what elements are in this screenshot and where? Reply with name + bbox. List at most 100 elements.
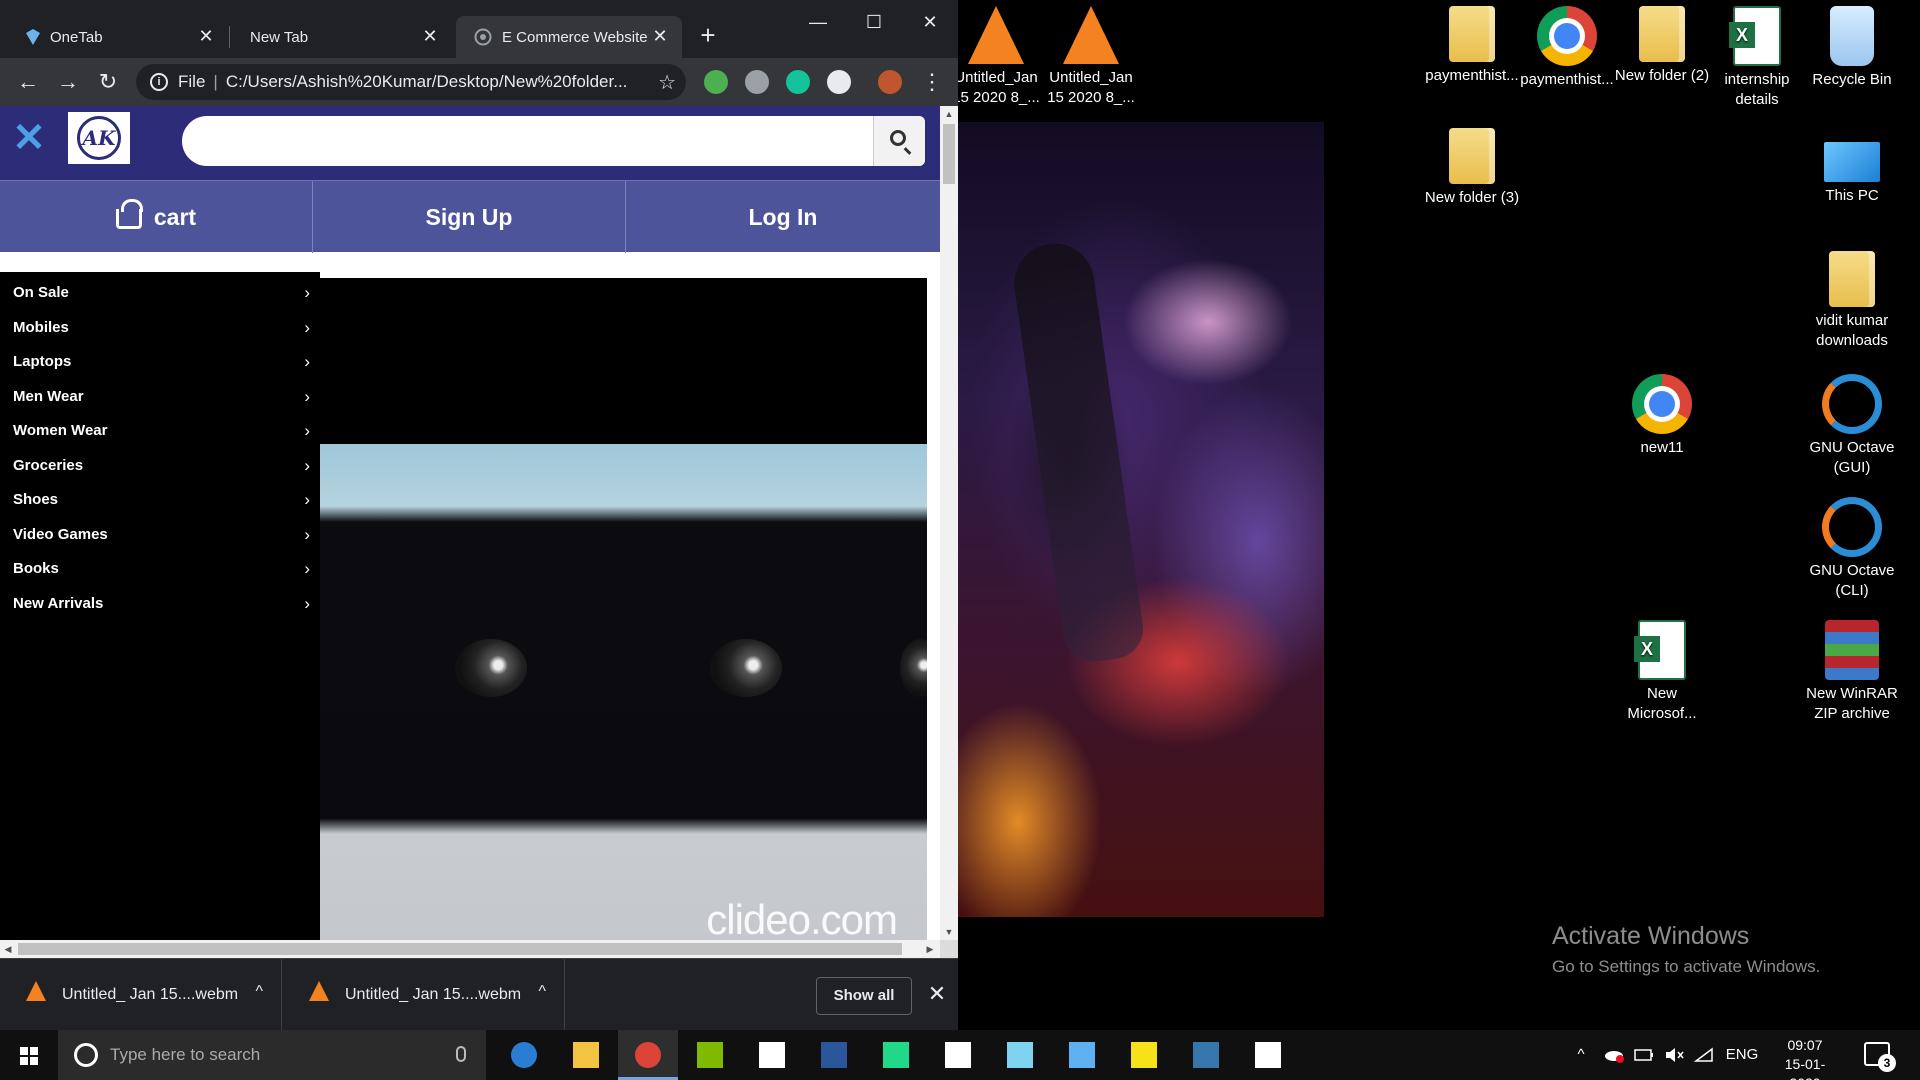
- tab-close-icon[interactable]: ✕: [650, 26, 670, 46]
- menu-item-on-sale[interactable]: On Sale ›: [0, 278, 320, 308]
- maximize-button[interactable]: ☐: [846, 4, 902, 40]
- cart-button[interactable]: cart: [0, 181, 313, 253]
- desktop-icon-new-microsof[interactable]: New Microsof...: [1614, 620, 1710, 724]
- activate-title: Activate Windows: [1552, 922, 1750, 950]
- desktop-icon-untitled-jan-15-2020-8[interactable]: Untitled_Jan 15 2020 8_...: [1043, 6, 1139, 108]
- desktop-icon-internship-details[interactable]: internship details: [1709, 6, 1805, 110]
- desktop-icon-new11[interactable]: new11: [1614, 374, 1710, 458]
- menu-item-groceries[interactable]: Groceries ›: [0, 451, 320, 481]
- desktop-icon-gnu-octave-gui[interactable]: GNU Octave (GUI): [1804, 374, 1900, 478]
- onedrive-icon[interactable]: [1600, 1030, 1628, 1080]
- close-window-button[interactable]: ✕: [902, 4, 958, 40]
- taskbar-edge[interactable]: [494, 1030, 554, 1080]
- menu-item-laptops[interactable]: Laptops ›: [0, 347, 320, 377]
- address-bar[interactable]: i File | C:/Users/Ashish%20Kumar/Desktop…: [136, 64, 686, 100]
- horizontal-scroll-thumb[interactable]: [18, 943, 902, 955]
- grammarly-extension-icon[interactable]: [786, 70, 810, 94]
- taskbar-chrome[interactable]: [618, 1030, 678, 1080]
- download-item[interactable]: Untitled_ Jan 15....webm ^: [283, 959, 565, 1030]
- site-logo[interactable]: AK: [68, 112, 130, 164]
- taskbar-mail[interactable]: [742, 1030, 802, 1080]
- desktop-icon-new-folder-2[interactable]: New folder (2): [1614, 6, 1710, 86]
- excel-icon: [1634, 620, 1686, 680]
- menu-item-men-wear[interactable]: Men Wear ›: [0, 382, 320, 412]
- notification-center-icon[interactable]: 3: [1864, 1042, 1896, 1072]
- desktop-icon-new-folder-3[interactable]: New folder (3): [1424, 128, 1520, 208]
- taskbar-sticky-notes[interactable]: [1114, 1030, 1174, 1080]
- taskbar-remote-desktop[interactable]: [1052, 1030, 1112, 1080]
- menu-item-mobiles[interactable]: Mobiles ›: [0, 313, 320, 343]
- onetab-extension-icon[interactable]: [827, 70, 851, 94]
- address-url[interactable]: C:/Users/Ashish%20Kumar/Desktop/New%20fo…: [226, 72, 646, 92]
- tab-new-tab[interactable]: New Tab ✕: [230, 16, 452, 58]
- signup-button[interactable]: Sign Up: [313, 181, 626, 253]
- reload-button[interactable]: ↻: [92, 66, 124, 98]
- horizontal-scrollbar[interactable]: ◀ ▶: [0, 940, 940, 958]
- vertical-scroll-thumb[interactable]: [943, 124, 955, 184]
- desktop-icon-untitled-jan-15-2020-8[interactable]: Untitled_Jan 15 2020 8_...: [948, 6, 1044, 108]
- show-all-button[interactable]: Show all: [816, 977, 912, 1015]
- menu-item-women-wear[interactable]: Women Wear ›: [0, 416, 320, 446]
- hero-slider[interactable]: clideo.com: [320, 278, 927, 958]
- screen: Untitled_Jan 15 2020 8_... Untitled_Jan 1…: [0, 0, 1920, 1080]
- taskbar-word[interactable]: [804, 1030, 864, 1080]
- close-menu-icon[interactable]: ✕: [12, 118, 46, 158]
- taskbar-store-tiles[interactable]: [680, 1030, 740, 1080]
- taskbar-search[interactable]: Type here to search: [58, 1030, 486, 1080]
- site-header: ✕ AK: [0, 106, 940, 180]
- wifi-icon[interactable]: [1690, 1030, 1718, 1080]
- search-input[interactable]: [182, 116, 872, 166]
- clock[interactable]: 09:07 15-01-2020: [1770, 1036, 1840, 1080]
- microphone-icon[interactable]: [456, 1046, 466, 1062]
- new-tab-button[interactable]: +: [695, 22, 721, 48]
- tab-close-icon[interactable]: ✕: [420, 26, 440, 46]
- volume-muted-icon[interactable]: [1660, 1030, 1688, 1080]
- info-icon[interactable]: i: [150, 73, 168, 91]
- tray-overflow-icon[interactable]: ^: [1568, 1030, 1594, 1080]
- desktop-icon-paymenthist[interactable]: paymenthist...: [1424, 6, 1520, 86]
- desktop-icon-recycle-bin[interactable]: Recycle Bin: [1804, 6, 1900, 90]
- back-button[interactable]: ←: [12, 66, 44, 98]
- forward-button[interactable]: →: [52, 66, 84, 98]
- desktop-icon-new-winrar-zip-archive[interactable]: New WinRAR ZIP archive: [1804, 620, 1900, 724]
- browser-menu-button[interactable]: ⋮: [916, 66, 948, 98]
- scroll-up-icon[interactable]: ▲: [940, 106, 958, 122]
- close-downloads-icon[interactable]: ✕: [924, 979, 950, 1009]
- menu-item-video-games[interactable]: Video Games ›: [0, 520, 320, 550]
- menu-item-new-arrivals[interactable]: New Arrivals ›: [0, 589, 320, 619]
- vlc-icon: [1063, 6, 1119, 64]
- profile-avatar-icon[interactable]: [878, 70, 902, 94]
- scroll-right-icon[interactable]: ▶: [922, 940, 938, 958]
- scroll-left-icon[interactable]: ◀: [0, 940, 16, 958]
- taskbar-file-explorer[interactable]: [556, 1030, 616, 1080]
- minimize-button[interactable]: —: [790, 4, 846, 40]
- desktop-icon-vidit-kumar-downloads[interactable]: vidit kumar downloads: [1804, 251, 1900, 351]
- login-button[interactable]: Log In: [626, 181, 940, 253]
- desktop-icon-gnu-octave-cli[interactable]: GNU Octave (CLI): [1804, 497, 1900, 601]
- desktop-icon-this-pc[interactable]: This PC: [1804, 128, 1900, 206]
- taskbar-python[interactable]: [1176, 1030, 1236, 1080]
- desktop-icon-paymenthist[interactable]: paymenthist...: [1519, 6, 1615, 90]
- menu-item-shoes[interactable]: Shoes ›: [0, 485, 320, 515]
- menu-item-books[interactable]: Books ›: [0, 554, 320, 584]
- vertical-scrollbar[interactable]: ▲ ▼: [940, 106, 958, 958]
- battery-icon[interactable]: [1630, 1030, 1658, 1080]
- taskbar-microsoft-store[interactable]: [928, 1030, 988, 1080]
- bookmark-star-icon[interactable]: ☆: [658, 70, 676, 95]
- taskbar-calculator[interactable]: [1238, 1030, 1298, 1080]
- start-button[interactable]: [0, 1030, 58, 1080]
- menu-item-label: On Sale: [13, 284, 69, 301]
- download-item[interactable]: Untitled_ Jan 15....webm ^: [0, 959, 282, 1030]
- tab-onetab[interactable]: OneTab ✕: [0, 16, 228, 58]
- search-button[interactable]: [873, 116, 925, 166]
- taskbar-pycharm[interactable]: [866, 1030, 926, 1080]
- tab-close-icon[interactable]: ✕: [196, 26, 216, 46]
- shield-extension-icon[interactable]: [704, 70, 728, 94]
- language-indicator[interactable]: ENG: [1722, 1030, 1762, 1080]
- tab-ecommerce[interactable]: E Commerce Website ✕: [456, 16, 682, 58]
- chevron-up-icon[interactable]: ^: [255, 983, 263, 1001]
- chevron-up-icon[interactable]: ^: [538, 983, 546, 1001]
- camera-extension-icon[interactable]: [745, 70, 769, 94]
- taskbar-notepad[interactable]: [990, 1030, 1050, 1080]
- scroll-down-icon[interactable]: ▼: [940, 924, 958, 940]
